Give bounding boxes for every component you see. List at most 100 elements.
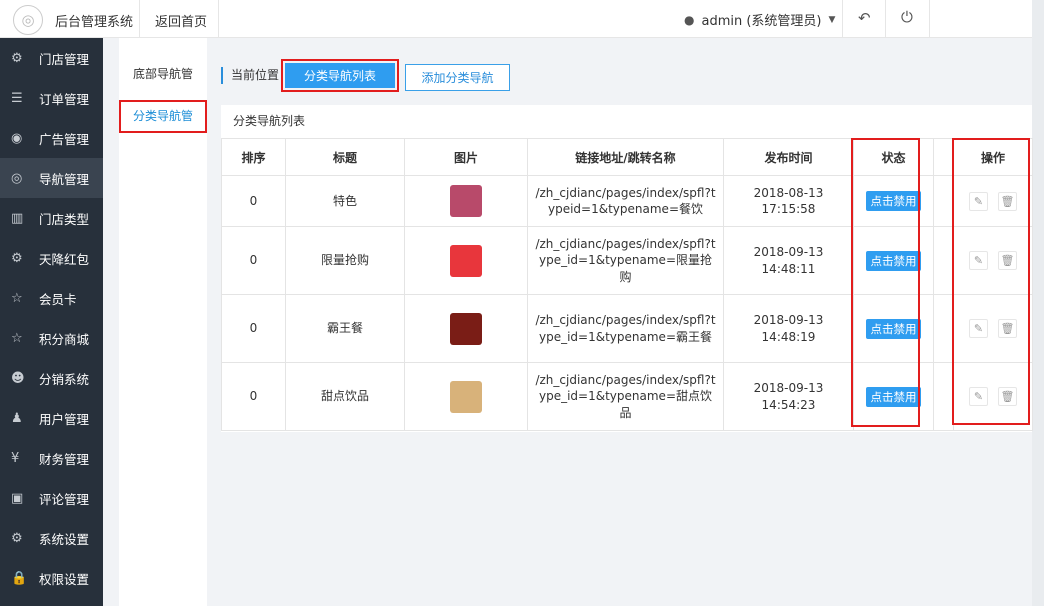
cell-actions: ✎ 🗑 (953, 226, 1033, 295)
time-text: 14:48:11 (761, 261, 816, 276)
sidebar-item-2[interactable]: ◉ 广告管理 (0, 118, 103, 158)
disable-button[interactable]: 点击禁用 (866, 318, 921, 339)
thumbnail-image (450, 185, 482, 217)
cell-image (404, 175, 528, 227)
sidebar-icon: ☆ (11, 330, 23, 346)
divider (929, 0, 930, 38)
cell-actions: ✎ 🗑 (953, 294, 1033, 363)
cell-title: 甜点饮品 (285, 362, 405, 431)
cell-status: 点击禁用 (853, 362, 934, 431)
sidebar-item-9[interactable]: ♟ 用户管理 (0, 398, 103, 438)
sidebar-icon: ⚙ (11, 530, 23, 546)
trash-icon[interactable]: 🗑 (998, 319, 1017, 338)
sidebar-item-label: 权限设置 (39, 571, 90, 587)
sidebar-icon: ⚙ (11, 50, 23, 66)
cell-link: /zh_cjdianc/pages/index/spfl?type_id=1&t… (527, 294, 724, 363)
sidebar-item-0[interactable]: ⚙ 门店管理 (0, 38, 103, 78)
time-text: 17:15:58 (761, 202, 816, 216)
cell-sort: 0 (221, 175, 286, 227)
undo-icon[interactable]: ↶ (858, 9, 871, 27)
table-row: 0 甜点饮品/zh_cjdianc/pages/index/spfl?type_i… (221, 362, 1033, 431)
cell-link: /zh_cjdianc/pages/index/spfl?type_id=1&t… (527, 226, 724, 295)
sidebar-item-6[interactable]: ☆ 会员卡 (0, 278, 103, 318)
panel-title: 分类导航列表 (233, 114, 306, 128)
divider (218, 0, 219, 38)
category-nav-list-button[interactable]: 分类导航列表 (281, 59, 399, 92)
sidebar-item-10[interactable]: ¥ 财务管理 (0, 438, 103, 478)
app-title: 后台管理系统 (55, 15, 134, 30)
col-image: 图片 (404, 138, 528, 176)
add-category-nav-button[interactable]: 添加分类导航 (405, 64, 510, 91)
thumbnail-image (450, 312, 482, 345)
edit-icon[interactable]: ✎ (969, 319, 988, 338)
logo-icon: ◎ (13, 5, 43, 35)
time-text: 14:54:23 (761, 397, 816, 412)
cell-image (404, 226, 528, 295)
sidebar-icon: 🔒 (11, 570, 28, 586)
sidebar-item-label: 会员卡 (39, 291, 77, 307)
sub-nav: 底部导航管 分类导航管 (119, 38, 207, 606)
cell-sort: 0 (221, 226, 286, 295)
sidebar-item-11[interactable]: ▣ 评论管理 (0, 478, 103, 518)
disable-button[interactable]: 点击禁用 (866, 386, 921, 407)
sidebar-icon: ◎ (11, 170, 23, 186)
sidebar-item-1[interactable]: ☰ 订单管理 (0, 78, 103, 118)
table-row: 0 霸王餐/zh_cjdianc/pages/index/spfl?type_id… (221, 294, 1033, 363)
sidebar-item-7[interactable]: ☆ 积分商城 (0, 318, 103, 358)
trash-icon[interactable]: 🗑 (998, 251, 1017, 270)
cell-status: 点击禁用 (853, 175, 934, 227)
cell-spacer (933, 294, 954, 363)
col-spacer (933, 138, 954, 176)
cell-sort: 0 (221, 294, 286, 363)
sidebar: ⚙ 门店管理 ☰ 订单管理 ◉ 广告管理 ◎ 导航管理 ▥ 门店类型 ⚙ 天降红包 ☆ 会员卡 ☆ 积分商城 ☻… (0, 38, 103, 606)
date-text: 2018-09-13 (753, 313, 824, 327)
edit-icon[interactable]: ✎ (969, 251, 988, 270)
disable-button[interactable]: 点击禁用 (866, 250, 921, 271)
sidebar-item-13[interactable]: 🔒 权限设置 (0, 558, 103, 598)
trash-icon[interactable]: 🗑 (998, 387, 1017, 406)
sidebar-icon: ⚙ (11, 250, 23, 266)
scroll-strip (1032, 0, 1044, 606)
list-panel: 分类导航列表 排序 标题 图片 链接地址/跳转名称 发布时间 状态 操作 0 特色… (221, 105, 1033, 432)
user-menu[interactable]: ● admin (系统管理员) ▼ (684, 10, 836, 30)
home-link[interactable]: 返回首页 (155, 11, 207, 30)
col-status: 状态 (853, 138, 934, 176)
sidebar-item-3[interactable]: ◎ 导航管理 (0, 158, 103, 198)
cell-status: 点击禁用 (853, 294, 934, 363)
cell-spacer (933, 175, 954, 227)
cell-title: 霸王餐 (285, 294, 405, 363)
table-row: 0 特色/zh_cjdianc/pages/index/spfl?typeid=1… (221, 175, 1033, 227)
sidebar-icon: ☰ (11, 90, 23, 106)
thumbnail-image (450, 380, 482, 413)
cell-image (404, 362, 528, 431)
divider (842, 0, 843, 38)
col-sort: 排序 (221, 138, 286, 176)
chevron-down-icon: ▼ (828, 14, 836, 25)
divider (885, 0, 886, 38)
subnav-item-bottom-nav[interactable]: 底部导航管 (119, 56, 207, 92)
col-actions: 操作 (953, 138, 1033, 176)
edit-icon[interactable]: ✎ (969, 191, 988, 211)
sidebar-icon: ☆ (11, 290, 23, 306)
table-row: 0 限量抢购/zh_cjdianc/pages/index/spfl?type_i… (221, 226, 1033, 295)
sidebar-icon: ▥ (11, 210, 24, 226)
disable-button[interactable]: 点击禁用 (866, 191, 921, 211)
cell-link: /zh_cjdianc/pages/index/spfl?typeid=1&ty… (527, 175, 724, 227)
edit-icon[interactable]: ✎ (969, 387, 988, 406)
sidebar-icon: ▣ (11, 490, 24, 506)
sidebar-item-12[interactable]: ⚙ 系统设置 (0, 518, 103, 558)
subnav-item-category-nav[interactable]: 分类导航管 (119, 100, 207, 133)
col-title: 标题 (285, 138, 405, 176)
thumbnail-image (450, 244, 482, 277)
sidebar-item-4[interactable]: ▥ 门店类型 (0, 198, 103, 238)
date-text: 2018-08-13 (753, 185, 824, 200)
sidebar-item-label: 分销系统 (39, 371, 90, 387)
breadcrumb: 当前位置 (221, 67, 279, 84)
trash-icon[interactable]: 🗑 (998, 191, 1017, 211)
sidebar-item-8[interactable]: ☻ 分销系统 (0, 358, 103, 398)
sidebar-item-5[interactable]: ⚙ 天降红包 (0, 238, 103, 278)
power-icon[interactable]: ⏻ (901, 8, 913, 26)
divider (139, 0, 140, 38)
col-date: 发布时间 (723, 138, 854, 176)
cell-date: 2018-09-13 14:48:19 (723, 294, 854, 363)
